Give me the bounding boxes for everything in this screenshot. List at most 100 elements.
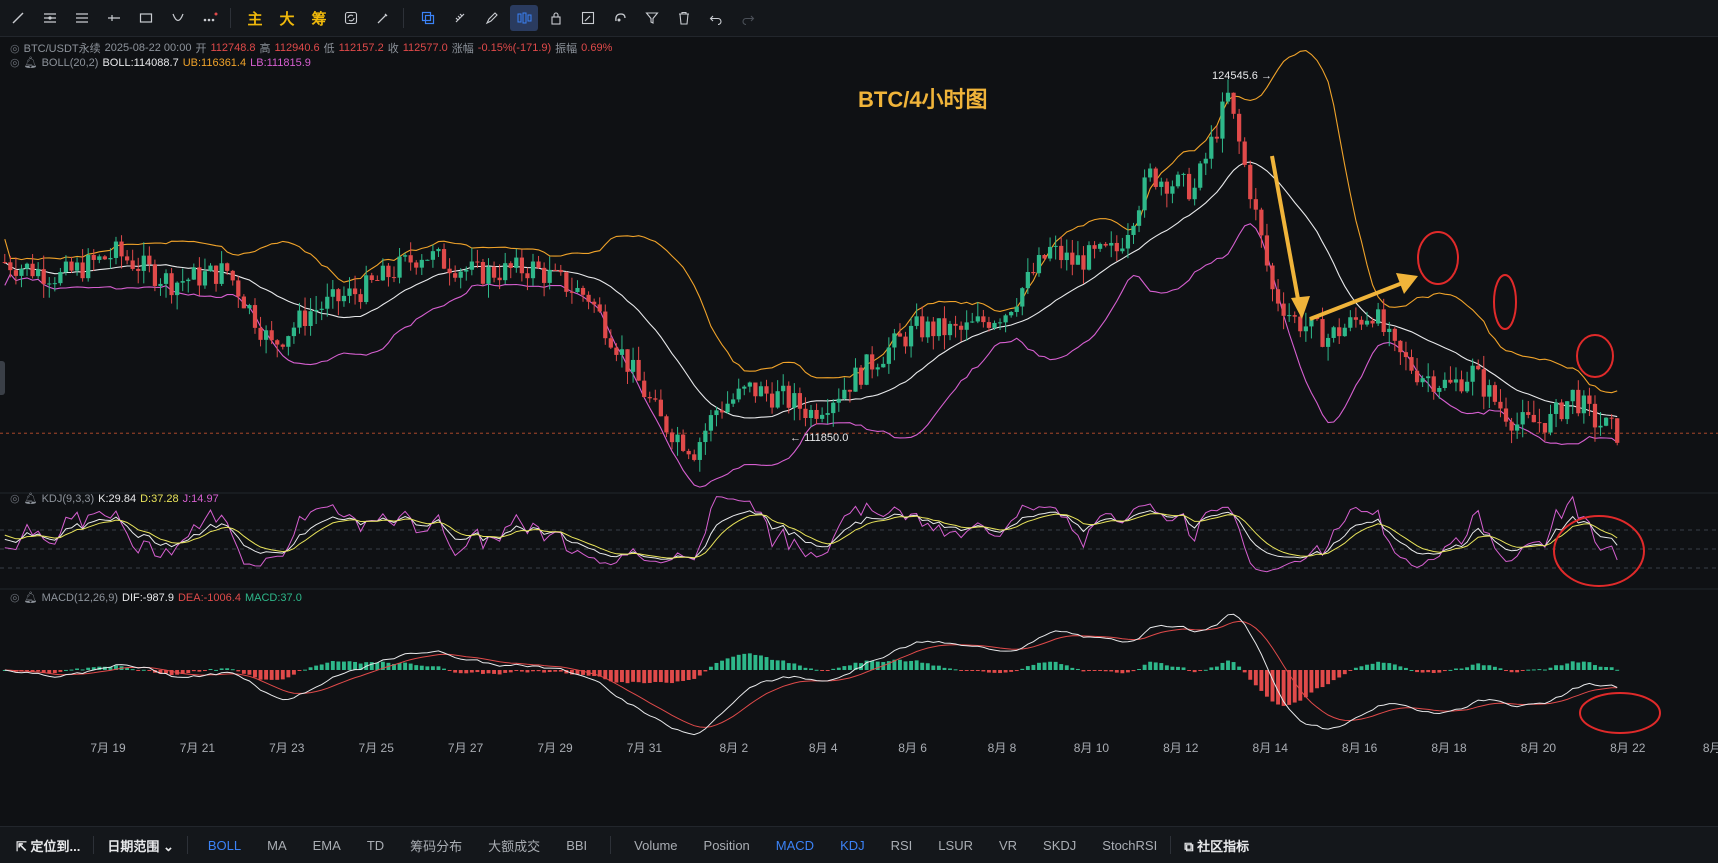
macd-name[interactable]: MACD(12,26,9) — [42, 592, 118, 604]
indicator-td[interactable]: TD — [354, 838, 397, 853]
candlestick-chart[interactable]: 7月 19 7月 21 7月 23 7月 25 7月 27 7月 29 7月 31 8月 2 8… — [0, 36, 1718, 826]
macd-histogram-bar — [1209, 667, 1214, 670]
macd-histogram-bar — [1181, 667, 1186, 670]
indicator-chips[interactable]: 筹码分布 — [397, 836, 475, 855]
rectangle-icon[interactable] — [132, 5, 160, 31]
locate-button[interactable]: ⇱ 定位到... — [0, 836, 93, 855]
line-tool-icon[interactable] — [4, 5, 32, 31]
lock-icon[interactable] — [542, 5, 570, 31]
candle-body — [803, 408, 808, 419]
filter-icon[interactable] — [638, 5, 666, 31]
candle-body — [1064, 252, 1069, 261]
boll-name[interactable]: BOLL(20,2) — [42, 57, 99, 69]
candle-body — [269, 330, 274, 341]
indicator-ema[interactable]: EMA — [300, 838, 354, 853]
indicator-rsi[interactable]: RSI — [878, 838, 926, 853]
candle-body — [180, 281, 185, 283]
candle-body — [119, 241, 124, 257]
change-value: -0.15%(-171.9) — [477, 42, 552, 54]
macd-histogram-bar — [553, 670, 558, 672]
indicator-macd[interactable]: MACD — [763, 838, 827, 853]
more-dots-icon[interactable] — [196, 5, 224, 31]
candle-body — [391, 277, 397, 279]
trash-icon[interactable] — [670, 5, 698, 31]
macd-histogram-bar — [814, 669, 819, 671]
indicator-boll[interactable]: BOLL — [188, 838, 254, 853]
locate-icon: ⇱ — [16, 838, 31, 854]
indicator-skdj[interactable]: SKDJ — [1030, 838, 1089, 853]
macd-histogram-bar — [280, 670, 285, 680]
kdj-j-value: J:14.97 — [182, 492, 219, 505]
candle-body — [1337, 327, 1342, 337]
cross-line-icon[interactable] — [100, 5, 128, 31]
macd-histogram-bar — [1398, 666, 1403, 670]
candle-body — [1537, 422, 1542, 424]
indicator-volume[interactable]: Volume — [621, 838, 690, 853]
candle-body — [653, 398, 658, 400]
macd-histogram-bar — [1187, 670, 1192, 671]
eye-icon[interactable]: ◎ — [10, 42, 20, 55]
indicator-ma[interactable]: MA — [254, 838, 300, 853]
candle-body — [1409, 357, 1414, 371]
date-range-dropdown[interactable]: 日期范围 ⌄ — [94, 836, 187, 855]
parallel-lines-icon[interactable] — [68, 5, 96, 31]
macd-histogram-bar — [959, 670, 964, 671]
indicator-bar: ⇱ 定位到... 日期范围 ⌄ BOLL MA EMA TD 筹码分布 大额成交… — [0, 826, 1718, 863]
eye-icon[interactable]: ◎ — [10, 56, 20, 69]
main-chart-button[interactable]: 主 — [241, 5, 269, 31]
candle-body — [91, 254, 96, 260]
ruler-icon[interactable] — [446, 5, 474, 31]
macd-histogram-bar — [1192, 670, 1197, 673]
indicator-vr[interactable]: VR — [986, 838, 1030, 853]
horizontal-lines-icon[interactable] — [36, 5, 64, 31]
macd-histogram-bar — [408, 663, 413, 670]
magnet-icon[interactable] — [606, 5, 634, 31]
macd-histogram-bar — [614, 670, 619, 683]
bell-icon[interactable]: 🔔︎ — [24, 492, 38, 505]
bell-icon[interactable]: 🔔︎ — [24, 591, 38, 604]
indicator-large-trades[interactable]: 大额成交 — [475, 836, 553, 855]
side-handle[interactable] — [0, 361, 5, 395]
candle-body — [208, 265, 213, 272]
x-axis-label: 8月 6 — [898, 741, 927, 755]
community-indicators-button[interactable]: ⧉ 社区指标 — [1171, 836, 1262, 855]
redo-icon[interactable] — [734, 5, 762, 31]
eye-icon[interactable]: ◎ — [10, 492, 20, 505]
indicator-kdj[interactable]: KDJ — [827, 838, 878, 853]
macd-histogram-bar — [1581, 661, 1586, 670]
edit-icon[interactable] — [574, 5, 602, 31]
curve-icon[interactable] — [164, 5, 192, 31]
sync-icon[interactable] — [337, 5, 365, 31]
candle-body — [1615, 418, 1620, 443]
macd-histogram-bar — [419, 665, 424, 670]
ohlc-info: ◎ BTC/USDT永续 2025-08-22 00:00 开 112748.8 … — [10, 40, 612, 56]
large-button[interactable]: 大 — [273, 5, 301, 31]
macd-histogram-bar — [453, 670, 458, 673]
macd-histogram-bar — [1403, 667, 1408, 670]
indicator-lsur[interactable]: LSUR — [925, 838, 986, 853]
candle-body — [1159, 181, 1164, 187]
copy-icon[interactable] — [414, 5, 442, 31]
macd-histogram-bar — [1459, 668, 1464, 670]
chart-area[interactable]: 7月 19 7月 21 7月 23 7月 25 7月 27 7月 29 7月 31 8月 2 8… — [0, 36, 1718, 826]
candle-body — [1342, 327, 1347, 337]
macd-histogram-bar — [1542, 669, 1547, 671]
candle-body — [80, 262, 85, 279]
indicator-position[interactable]: Position — [691, 838, 763, 853]
macd-histogram-bar — [497, 670, 502, 675]
brush-icon[interactable] — [369, 5, 397, 31]
pen-icon[interactable] — [478, 5, 506, 31]
kdj-name[interactable]: KDJ(9,3,3) — [42, 493, 95, 505]
eye-icon[interactable]: ◎ — [10, 591, 20, 604]
highlight-circle — [1417, 231, 1459, 285]
indicator-stochrsi[interactable]: StochRSI — [1089, 838, 1170, 853]
candle-body — [986, 322, 992, 328]
highlight-circle — [1493, 274, 1517, 330]
candles-icon[interactable] — [510, 5, 538, 31]
macd-histogram-bar — [992, 670, 997, 673]
indicator-bbi[interactable]: BBI — [553, 838, 600, 853]
chips-button[interactable]: 筹 — [305, 5, 333, 31]
undo-icon[interactable] — [702, 5, 730, 31]
candle-body — [1237, 113, 1242, 142]
bell-icon[interactable]: 🔔︎ — [24, 56, 38, 69]
